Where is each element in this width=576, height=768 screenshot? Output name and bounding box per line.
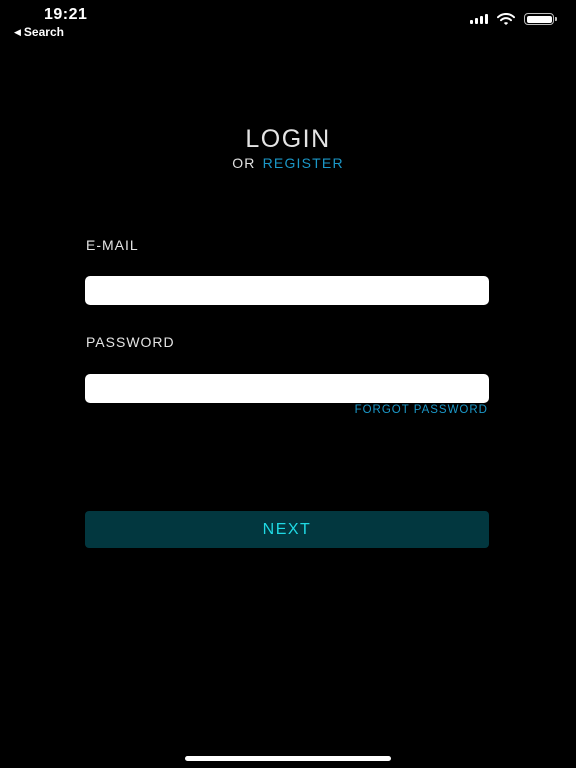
status-time: 19:21 — [44, 6, 88, 23]
status-icons — [470, 13, 557, 25]
back-search-label: Search — [23, 25, 64, 39]
page-title: LOGIN — [245, 125, 331, 153]
wifi-icon — [497, 13, 515, 25]
password-field[interactable] — [85, 374, 489, 403]
back-triangle-icon: ◀ — [14, 26, 21, 37]
register-link[interactable]: REGISTER — [263, 155, 344, 171]
forgot-password-link[interactable]: FORGOT PASSWORD — [355, 404, 488, 416]
battery-icon — [524, 13, 557, 25]
or-register-line: OR REGISTER — [0, 155, 576, 171]
status-bar: 19:21 ◀ Search — [0, 0, 576, 40]
home-indicator[interactable] — [185, 756, 391, 761]
or-text: OR — [232, 155, 256, 171]
email-label: E-MAIL — [86, 237, 139, 253]
next-button[interactable]: NEXT — [85, 511, 489, 548]
password-label: PASSWORD — [86, 334, 175, 350]
battery-fill — [526, 15, 552, 23]
back-to-search-button[interactable]: ◀ Search — [14, 25, 64, 39]
cellular-signal-icon — [470, 14, 488, 24]
email-field[interactable] — [85, 276, 489, 305]
